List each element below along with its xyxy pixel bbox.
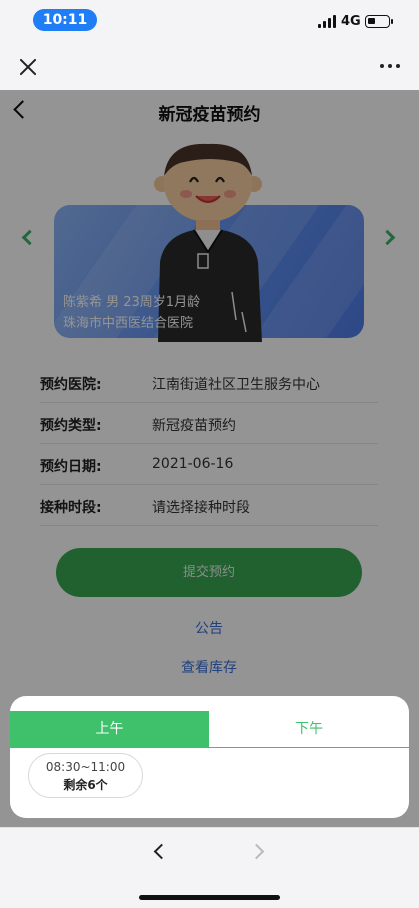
timeslot-time: 08:30~11:00 [45, 760, 126, 774]
timeslot-option[interactable]: 08:30~11:00 剩余6个 [28, 753, 143, 798]
tab-morning[interactable]: 上午 [10, 711, 209, 747]
browser-toolbar [0, 827, 419, 908]
browser-forward-icon [248, 843, 265, 860]
status-time: 10:11 [33, 9, 97, 31]
close-x-icon[interactable] [17, 56, 39, 78]
status-bar: 10:11 4G [0, 0, 419, 44]
browser-top-bar [0, 44, 419, 90]
timeslot-tabs: 上午 下午 [10, 711, 409, 748]
more-dots-icon[interactable] [380, 64, 400, 68]
timeslot-sheet: 上午 下午 08:30~11:00 剩余6个 [10, 696, 409, 818]
timeslot-remaining: 剩余6个 [63, 778, 108, 792]
signal-icon [318, 15, 336, 28]
home-indicator[interactable] [139, 895, 280, 900]
tab-afternoon[interactable]: 下午 [209, 711, 409, 747]
battery-icon [365, 15, 393, 28]
browser-back-icon[interactable] [153, 843, 170, 860]
network-type: 4G [341, 14, 361, 29]
